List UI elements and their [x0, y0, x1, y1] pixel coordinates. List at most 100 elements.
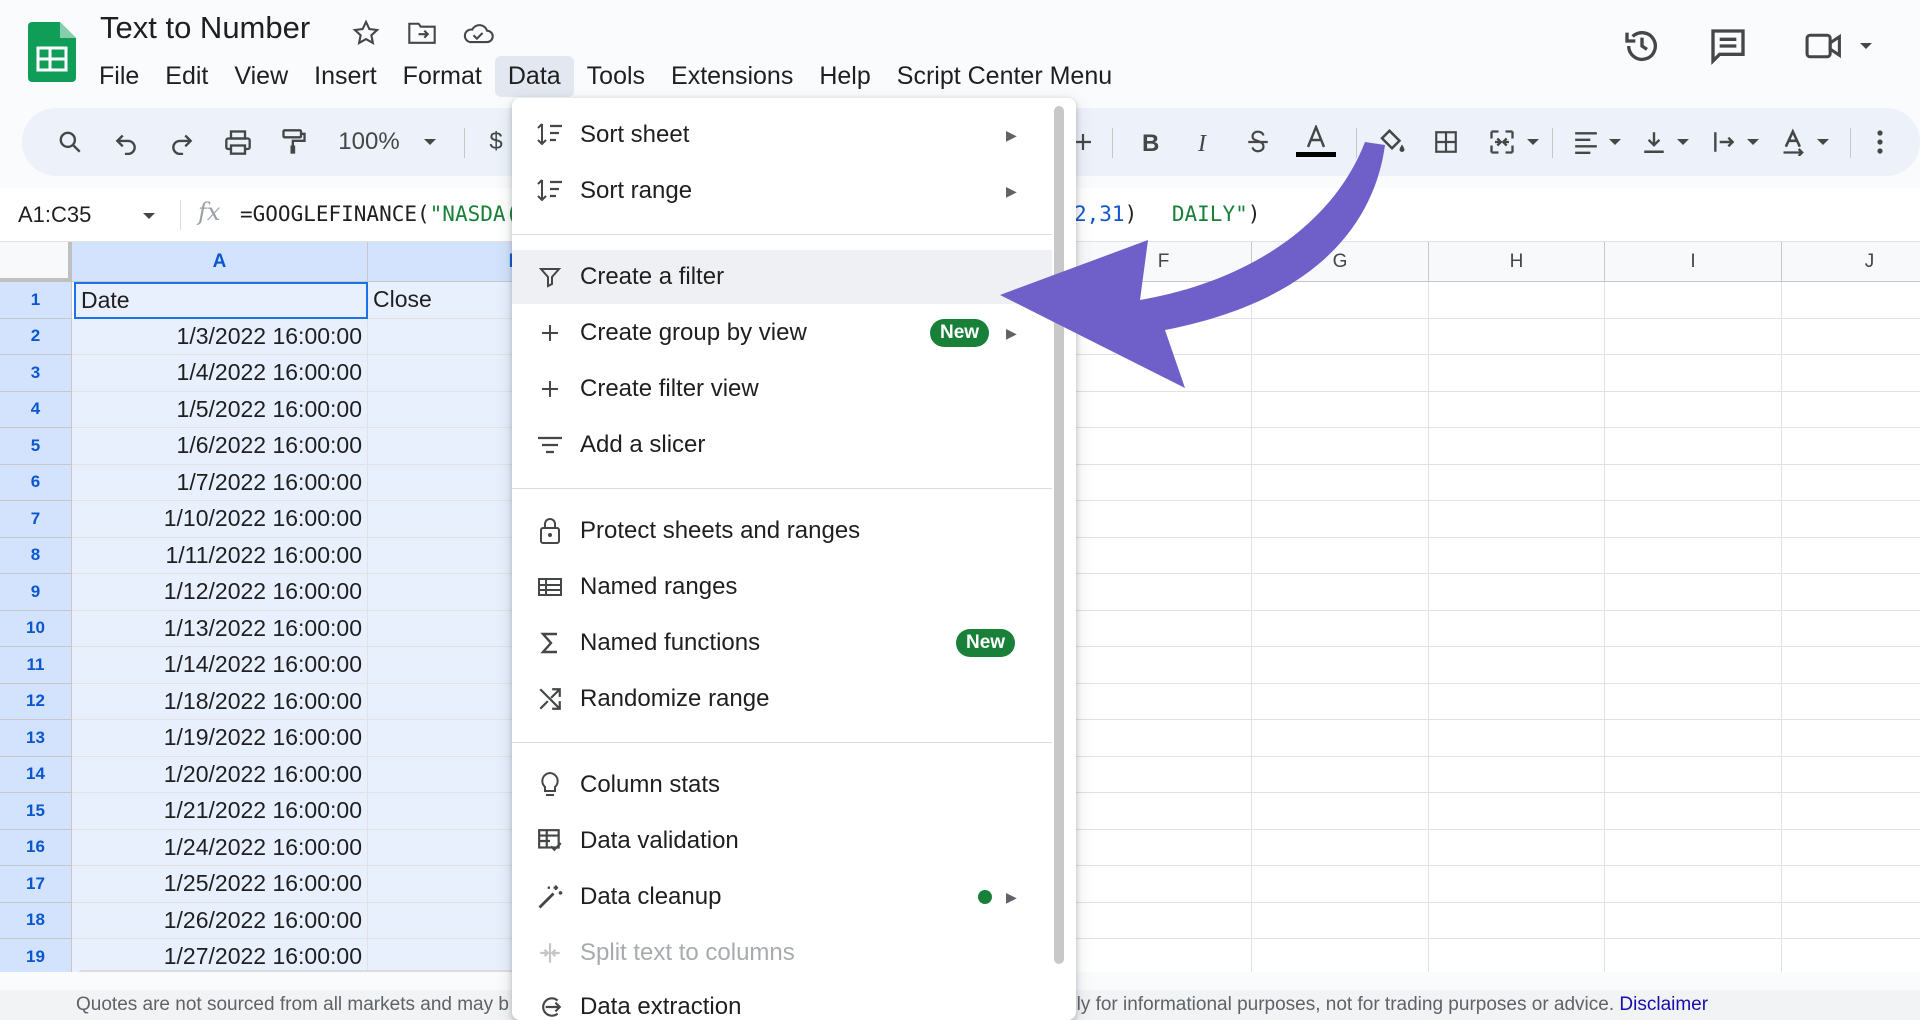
more-options-icon[interactable]: [1868, 122, 1892, 162]
italic-icon[interactable]: I: [1186, 122, 1222, 162]
merge-chevron-icon[interactable]: [1524, 122, 1542, 162]
empty-cell[interactable]: [1782, 830, 1920, 866]
empty-cell[interactable]: [1429, 428, 1605, 465]
empty-cell[interactable]: [1252, 574, 1429, 611]
empty-cell[interactable]: [1076, 501, 1252, 538]
column-header-h[interactable]: H: [1429, 242, 1605, 282]
date-cell[interactable]: 1/6/2022 16:00:00: [72, 428, 368, 465]
empty-cell[interactable]: [1605, 610, 1782, 647]
empty-cell[interactable]: [1252, 318, 1429, 355]
chevron-down-icon[interactable]: [1852, 24, 1880, 68]
row-header[interactable]: 15: [0, 793, 72, 830]
empty-cell[interactable]: [1782, 319, 1920, 355]
empty-cell[interactable]: [1252, 683, 1429, 720]
date-cell[interactable]: 1/4/2022 16:00:00: [72, 355, 368, 392]
formula-input-tail[interactable]: 2,31) DAILY"): [1074, 202, 1260, 226]
empty-cell[interactable]: [1429, 756, 1605, 793]
undo-icon[interactable]: [106, 122, 146, 162]
bold-icon[interactable]: B: [1132, 122, 1168, 162]
empty-cell[interactable]: [1429, 647, 1605, 684]
empty-cell[interactable]: [1076, 756, 1252, 793]
wrap-chevron-icon[interactable]: [1744, 122, 1762, 162]
empty-cell[interactable]: [1605, 829, 1782, 866]
menu-item-column-stats[interactable]: Column stats: [512, 758, 1052, 812]
row-header[interactable]: 11: [0, 647, 72, 684]
borders-icon[interactable]: [1426, 122, 1466, 162]
date-cell[interactable]: 1/5/2022 16:00:00: [72, 391, 368, 428]
row-header[interactable]: 14: [0, 756, 72, 793]
date-cell[interactable]: 1/25/2022 16:00:00: [72, 866, 368, 903]
empty-cell[interactable]: [1605, 501, 1782, 538]
comments-icon[interactable]: [1706, 24, 1750, 68]
zoom-value[interactable]: 100%: [334, 122, 404, 162]
select-all-corner[interactable]: [0, 242, 72, 282]
empty-cell[interactable]: [1252, 501, 1429, 538]
empty-cell[interactable]: [1252, 829, 1429, 866]
menu-item-named-functions[interactable]: Named functions New: [512, 616, 1052, 670]
date-cell[interactable]: 1/18/2022 16:00:00: [72, 683, 368, 720]
merge-cells-icon[interactable]: [1482, 122, 1522, 162]
empty-cell[interactable]: [1429, 829, 1605, 866]
name-box-chevron-icon[interactable]: [142, 208, 156, 226]
menu-item-sort-range[interactable]: Sort range ▶: [512, 164, 1052, 218]
menu-item-named-ranges[interactable]: Named ranges: [512, 560, 1052, 614]
menu-edit[interactable]: Edit: [152, 56, 221, 97]
row-header[interactable]: 4: [0, 391, 72, 428]
menu-data[interactable]: Data: [494, 55, 574, 97]
empty-cell[interactable]: [1782, 611, 1920, 647]
sheets-logo-icon[interactable]: [28, 22, 76, 82]
menu-insert[interactable]: Insert: [301, 56, 390, 97]
meet-video-icon[interactable]: [1802, 24, 1846, 68]
rotation-chevron-icon[interactable]: [1814, 122, 1832, 162]
empty-cell[interactable]: [1252, 610, 1429, 647]
date-cell[interactable]: 1/14/2022 16:00:00: [72, 647, 368, 684]
empty-cell[interactable]: [1429, 391, 1605, 428]
empty-cell[interactable]: [1429, 793, 1605, 830]
empty-cell[interactable]: [1605, 866, 1782, 903]
empty-cell[interactable]: [1429, 683, 1605, 720]
horizontal-align-icon[interactable]: [1568, 122, 1604, 162]
empty-cell[interactable]: [1782, 903, 1920, 939]
column-header-a[interactable]: A: [72, 242, 368, 282]
fill-color-icon[interactable]: [1372, 122, 1412, 162]
date-cell[interactable]: 1/21/2022 16:00:00: [72, 793, 368, 830]
redo-icon[interactable]: [162, 122, 202, 162]
date-cell[interactable]: 1/3/2022 16:00:00: [72, 318, 368, 355]
menu-view[interactable]: View: [221, 56, 301, 97]
menu-item-split-text[interactable]: Split text to columns: [512, 926, 1052, 980]
vertical-align-icon[interactable]: [1636, 122, 1672, 162]
column-header-g[interactable]: G: [1252, 242, 1429, 282]
empty-cell[interactable]: [1076, 464, 1252, 501]
menu-script-center[interactable]: Script Center Menu: [884, 56, 1125, 97]
empty-cell[interactable]: [1252, 282, 1429, 319]
empty-cell[interactable]: [1605, 537, 1782, 574]
menu-item-data-validation[interactable]: Data validation: [512, 814, 1052, 868]
empty-cell[interactable]: [1252, 756, 1429, 793]
star-icon[interactable]: [349, 16, 383, 50]
empty-cell[interactable]: [1252, 866, 1429, 903]
print-icon[interactable]: [218, 122, 258, 162]
empty-cell[interactable]: [1076, 574, 1252, 611]
empty-cell[interactable]: [1605, 282, 1782, 319]
empty-cell[interactable]: [1782, 939, 1920, 972]
empty-cell[interactable]: [1252, 720, 1429, 757]
empty-cell[interactable]: [1782, 465, 1920, 501]
empty-cell[interactable]: [1252, 464, 1429, 501]
date-cell[interactable]: 1/24/2022 16:00:00: [72, 829, 368, 866]
empty-cell[interactable]: [1076, 610, 1252, 647]
empty-cell[interactable]: [1252, 647, 1429, 684]
empty-cell[interactable]: [1782, 538, 1920, 574]
horizontal-scrollbar[interactable]: [76, 970, 516, 972]
menu-item-create-filter[interactable]: Create a filter: [512, 250, 1052, 304]
row-header[interactable]: 1: [0, 282, 72, 319]
row-header[interactable]: 8: [0, 537, 72, 574]
row-header[interactable]: 13: [0, 720, 72, 757]
empty-cell[interactable]: [1076, 829, 1252, 866]
menu-item-sort-sheet[interactable]: Sort sheet ▶: [512, 108, 1052, 162]
menu-item-randomize-range[interactable]: Randomize range: [512, 672, 1052, 726]
row-header[interactable]: 10: [0, 610, 72, 647]
cloud-saved-icon[interactable]: [461, 16, 495, 50]
disclaimer-link[interactable]: Disclaimer: [1619, 994, 1708, 1015]
empty-cell[interactable]: [1605, 355, 1782, 392]
empty-cell[interactable]: [1429, 574, 1605, 611]
